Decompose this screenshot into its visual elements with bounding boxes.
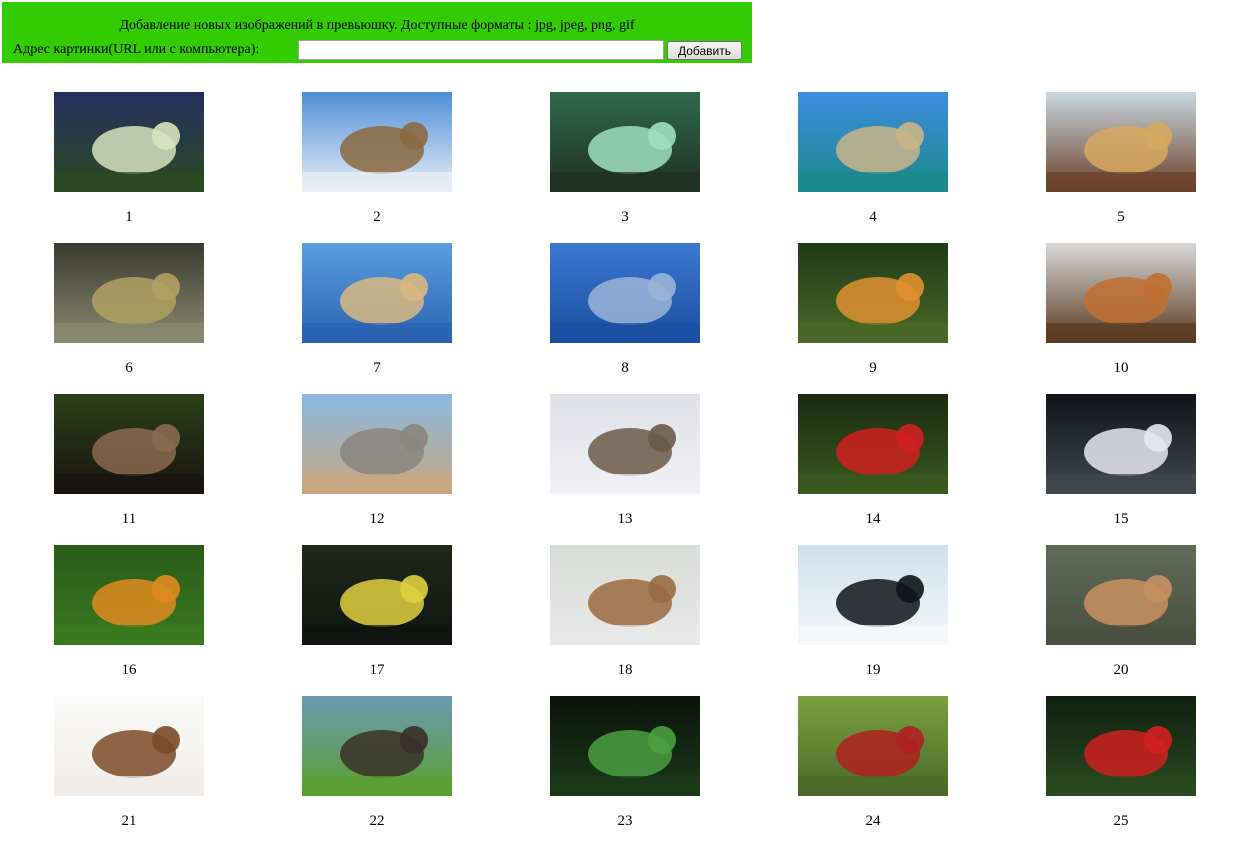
- thumbnail-monkey-on-tree[interactable]: [550, 545, 700, 645]
- thumbnail-number: 5: [1117, 209, 1125, 225]
- thumbnail-number: 1: [125, 209, 133, 225]
- gallery-item: 2: [302, 92, 452, 225]
- thumbnail-number: 19: [865, 662, 881, 678]
- gallery-item: 1: [54, 92, 204, 225]
- gallery-item: 8: [550, 243, 700, 376]
- thumbnail-number: 8: [621, 360, 629, 376]
- thumbnail-wolf-in-snow[interactable]: [550, 394, 700, 494]
- gallery-item: 16: [54, 545, 204, 678]
- thumbnail-number: 7: [373, 360, 381, 376]
- thumbnail-number: 22: [369, 813, 385, 829]
- thumbnail-cheetah[interactable]: [302, 243, 452, 343]
- gallery-item: 24: [798, 696, 948, 829]
- thumbnail-dolphins[interactable]: [550, 243, 700, 343]
- thumbnail-elephant[interactable]: [302, 394, 452, 494]
- thumbnail-tiger-lying[interactable]: [798, 243, 948, 343]
- thumbnail-black-panther[interactable]: [302, 545, 452, 645]
- thumbnail-gallery: 1 2 3 4 5 6 7 8 9 10 11 12 13 14 15 16 17 18 19 20 21 22 23 24 2…: [0, 0, 1254, 859]
- gallery-item: 20: [1046, 545, 1196, 678]
- thumbnail-number: 16: [121, 662, 137, 678]
- gallery-item: 21: [54, 696, 204, 829]
- thumbnail-eagle-in-sky[interactable]: [302, 92, 452, 192]
- gallery-item: 22: [302, 696, 452, 829]
- gallery-item: 17: [302, 545, 452, 678]
- thumbnail-green-leaves[interactable]: [550, 696, 700, 796]
- gallery-item: 6: [54, 243, 204, 376]
- thumbnail-sea-rock-coast[interactable]: [798, 92, 948, 192]
- add-images-panel: Добавление новых изображений в превьюшку…: [2, 2, 752, 63]
- thumbnail-number: 9: [869, 360, 877, 376]
- thumbnail-number: 3: [621, 209, 629, 225]
- thumbnail-soldier-with-rifle[interactable]: [798, 696, 948, 796]
- gallery-item: 25: [1046, 696, 1196, 829]
- thumbnail-number: 12: [369, 511, 385, 527]
- thumbnail-number: 23: [617, 813, 633, 829]
- thumbnail-iguana[interactable]: [54, 243, 204, 343]
- gallery-item: 14: [798, 394, 948, 527]
- url-input[interactable]: [298, 40, 664, 60]
- thumbnail-tiger-in-grass[interactable]: [54, 545, 204, 645]
- thumbnail-mandrill[interactable]: [798, 394, 948, 494]
- thumbnail-cathedral-at-night[interactable]: [54, 92, 204, 192]
- gallery-item: 18: [550, 545, 700, 678]
- thumbnail-number: 15: [1113, 511, 1129, 527]
- gallery-item: 23: [550, 696, 700, 829]
- thumbnail-stream-rocks[interactable]: [550, 92, 700, 192]
- gallery-item: 19: [798, 545, 948, 678]
- thumbnail-penguins[interactable]: [798, 545, 948, 645]
- thumbnail-cougar[interactable]: [1046, 545, 1196, 645]
- gallery-item: 10: [1046, 243, 1196, 376]
- gallery-item: 11: [54, 394, 204, 527]
- thumbnail-number: 11: [121, 511, 137, 527]
- thumbnail-number: 4: [869, 209, 877, 225]
- thumbnail-number: 10: [1113, 360, 1129, 376]
- thumbnail-tigers-group[interactable]: [1046, 243, 1196, 343]
- thumbnail-number: 17: [369, 662, 385, 678]
- thumbnail-number: 2: [373, 209, 381, 225]
- thumbnail-holly-berries[interactable]: [1046, 696, 1196, 796]
- gallery-item: 4: [798, 92, 948, 225]
- thumbnail-number: 14: [865, 511, 881, 527]
- thumbnail-number: 13: [617, 511, 633, 527]
- thumbnail-baby-orangutan[interactable]: [54, 696, 204, 796]
- gallery-item: 9: [798, 243, 948, 376]
- thumbnail-number: 6: [125, 360, 133, 376]
- thumbnail-number: 21: [121, 813, 137, 829]
- gallery-item: 13: [550, 394, 700, 527]
- add-button[interactable]: Добавить: [667, 41, 742, 60]
- thumbnail-number: 18: [617, 662, 633, 678]
- thumbnail-number: 25: [1113, 813, 1129, 829]
- url-label: Адрес картинки(URL или с компьютера):: [13, 42, 260, 57]
- panel-title: Добавление новых изображений в превьюшку…: [119, 18, 635, 33]
- thumbnail-chimpanzee[interactable]: [54, 394, 204, 494]
- gallery-item: 7: [302, 243, 452, 376]
- gallery-item: 5: [1046, 92, 1196, 225]
- gallery-item: 12: [302, 394, 452, 527]
- gallery-item: 15: [1046, 394, 1196, 527]
- thumbnail-number: 24: [865, 813, 881, 829]
- thumbnail-anteater[interactable]: [302, 696, 452, 796]
- gallery-item: 3: [550, 92, 700, 225]
- thumbnail-leopard-on-branch[interactable]: [1046, 92, 1196, 192]
- thumbnail-white-tiger[interactable]: [1046, 394, 1196, 494]
- thumbnail-number: 20: [1113, 662, 1129, 678]
